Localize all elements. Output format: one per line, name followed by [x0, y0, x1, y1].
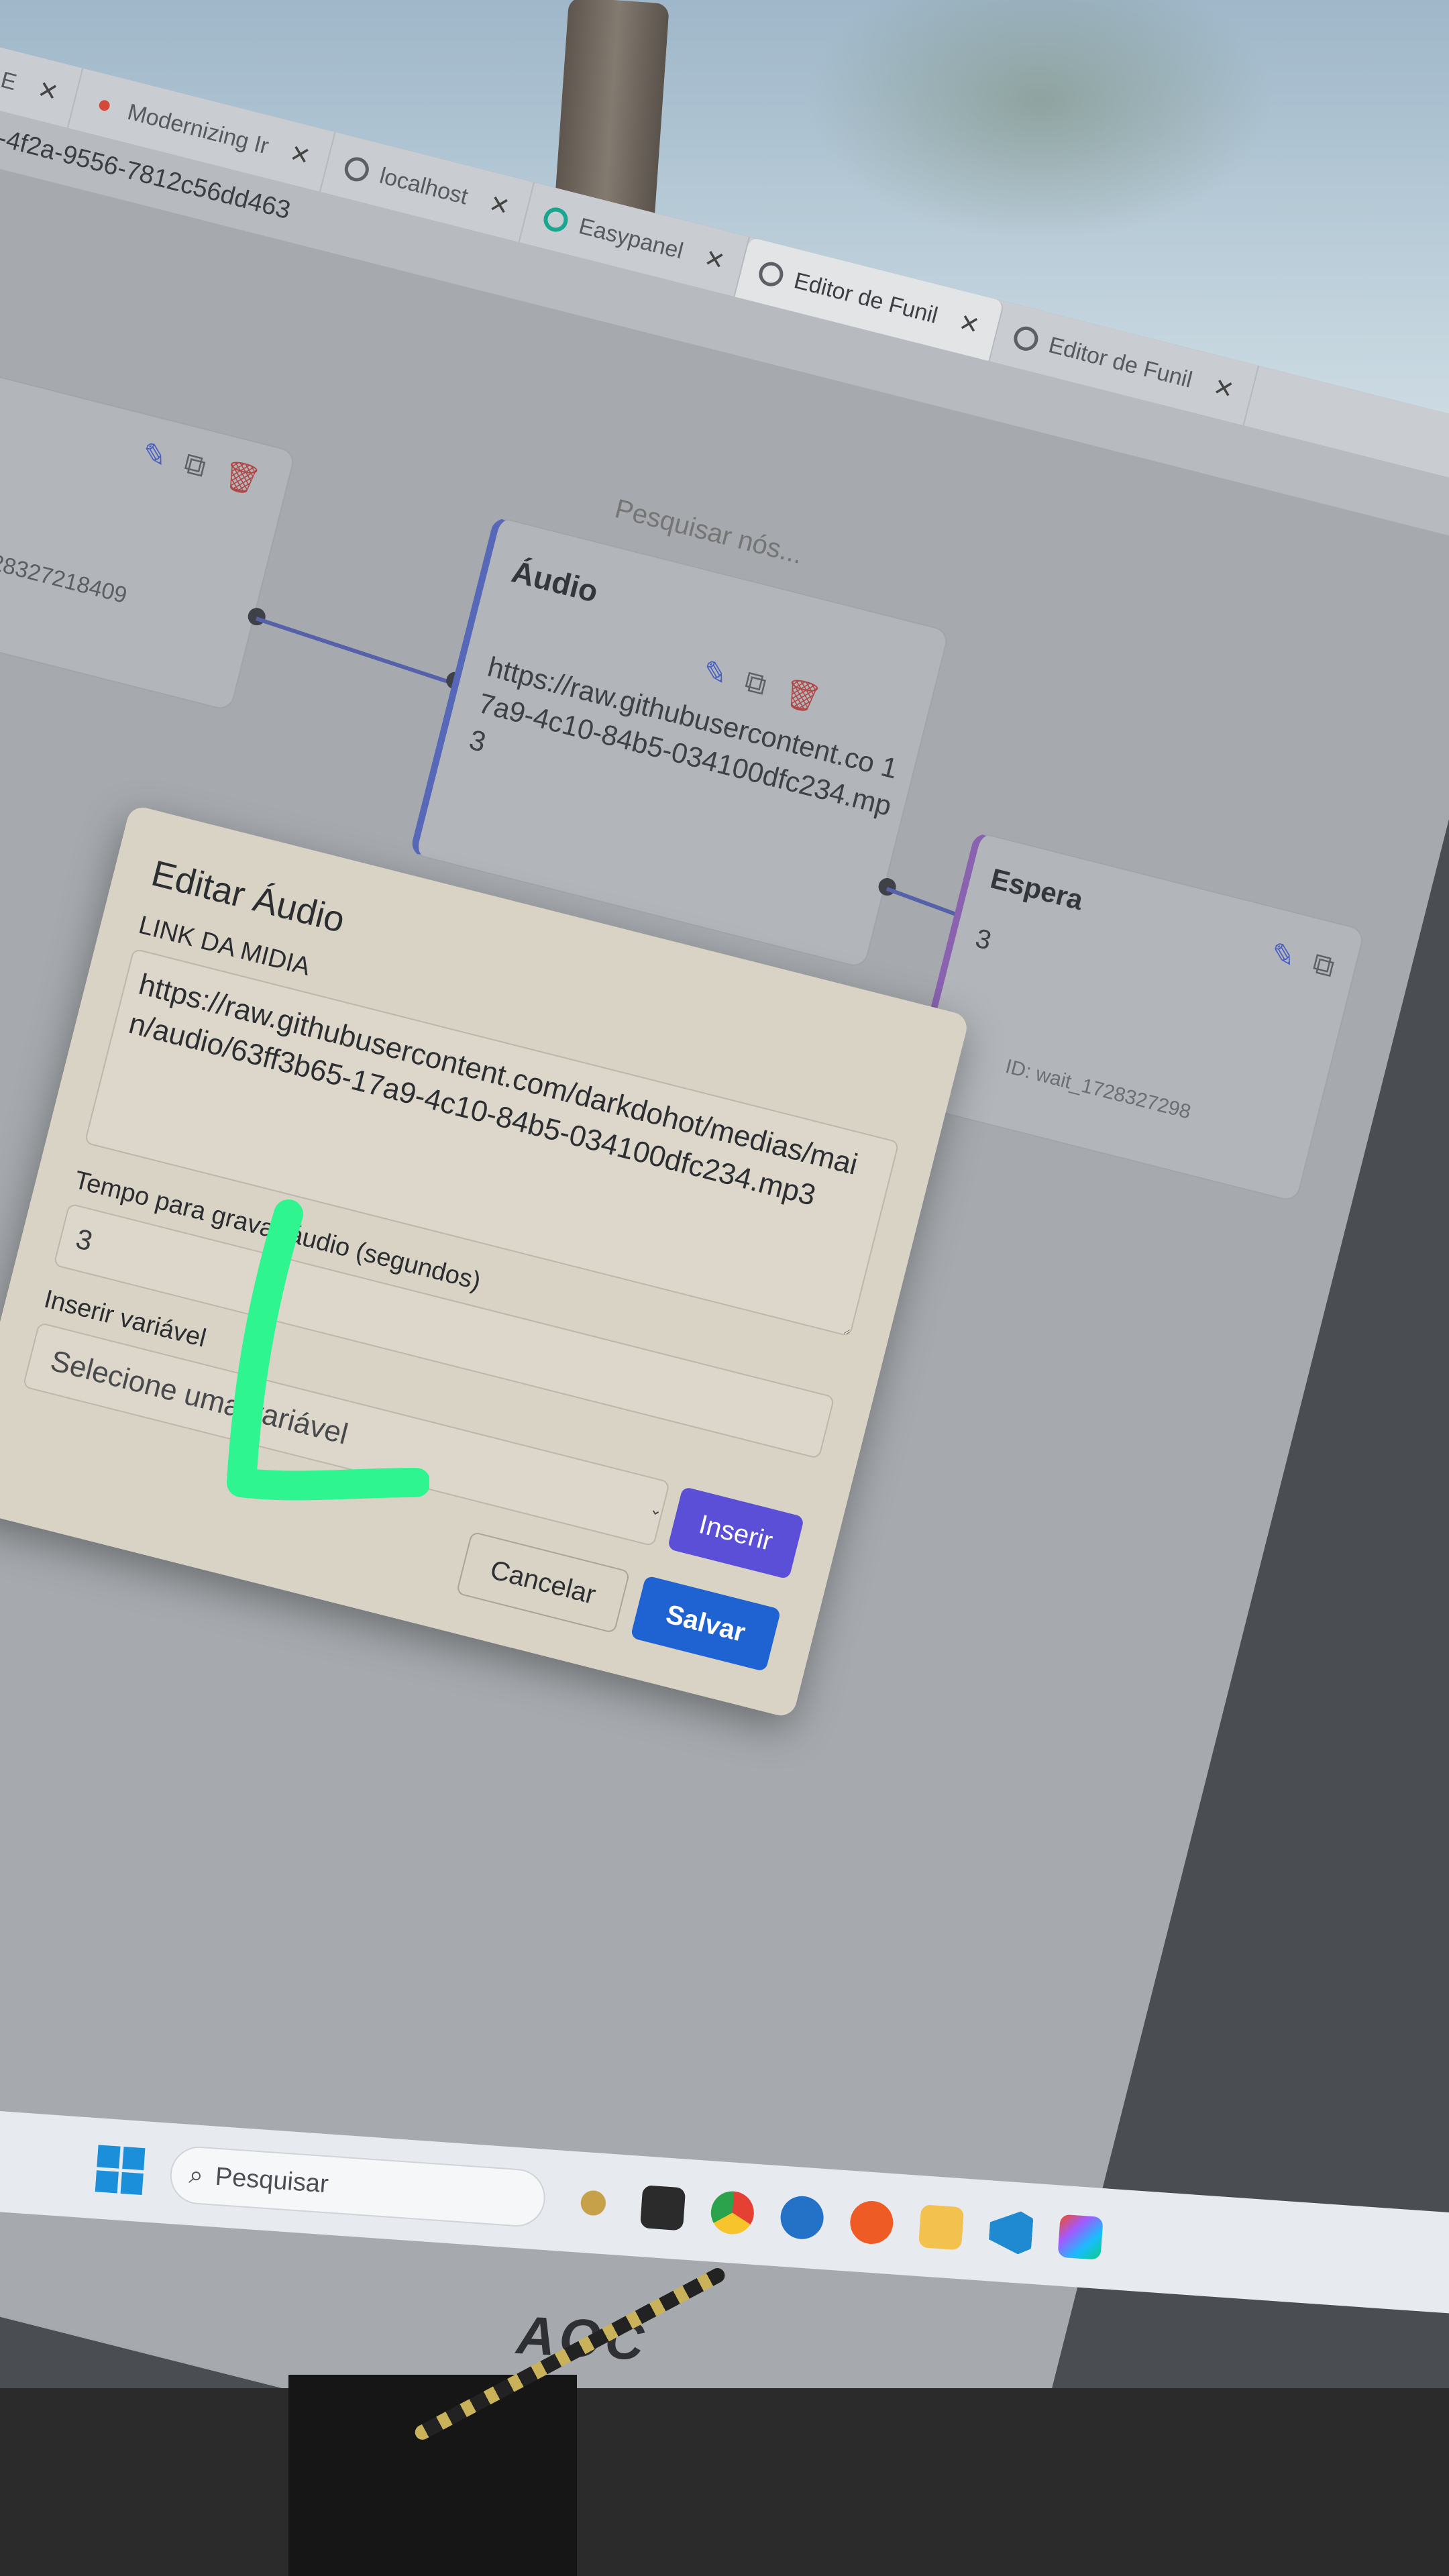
taskbar-search-box[interactable]: ⌕ Pesquisar: [168, 2145, 547, 2229]
widgets-icon[interactable]: [570, 2180, 616, 2226]
file-explorer-icon[interactable]: [918, 2204, 965, 2251]
save-button[interactable]: Salvar: [630, 1575, 782, 1672]
node-id: wait_1728327218409: [0, 530, 130, 609]
copy-icon[interactable]: ⧉: [1309, 947, 1338, 985]
annotation-stroke: [227, 1199, 429, 1501]
easypanel-icon: [541, 205, 571, 235]
sparkle-icon: [90, 91, 119, 121]
wait-node[interactable]: Espera 3 ✎ ⧉ ID: wait_1728327298: [906, 830, 1366, 1203]
close-icon[interactable]: ✕: [35, 75, 61, 107]
wait-node[interactable]: ✎ ⧉ 🗑 wait_1728327218409: [0, 362, 297, 712]
tab-label: Easypanel: [576, 213, 686, 264]
figma-icon[interactable]: [1057, 2214, 1104, 2260]
cancel-button[interactable]: Cancelar: [455, 1531, 631, 1634]
copy-icon[interactable]: ⧉: [741, 665, 769, 704]
node-toolbar: ✎ ⧉: [1267, 936, 1338, 985]
green-annotation-mark: [227, 1199, 429, 1501]
node-audio-link: https://raw.githubusercontent.co 17a9-4c…: [466, 650, 901, 822]
node-title: Espera: [987, 862, 1087, 916]
node-toolbar: ✎ ⧉ 🗑: [138, 436, 264, 500]
tab-label: ocket - E: [0, 48, 19, 95]
trash-icon[interactable]: 🗑: [219, 456, 264, 499]
edit-icon[interactable]: ✎: [1267, 936, 1299, 975]
task-view-icon[interactable]: [639, 2185, 686, 2231]
trash-icon[interactable]: 🗑: [780, 674, 824, 717]
postman-icon[interactable]: [849, 2199, 895, 2246]
tab-label: localhost: [377, 162, 471, 210]
node-value: 3: [972, 923, 994, 956]
chrome-icon[interactable]: [709, 2190, 755, 2236]
monitor-stand: [288, 2375, 577, 2576]
edge-line: [885, 887, 957, 916]
close-icon[interactable]: ✕: [956, 308, 982, 340]
edit-icon[interactable]: ✎: [138, 436, 171, 476]
close-icon[interactable]: ✕: [486, 189, 513, 221]
globe-icon: [756, 259, 786, 289]
globe-icon: [1011, 323, 1040, 354]
close-icon[interactable]: ✕: [701, 244, 728, 276]
node-title: Áudio: [508, 553, 602, 609]
close-icon[interactable]: ✕: [1210, 372, 1237, 405]
vscode-icon[interactable]: [988, 2209, 1034, 2255]
windows-start-icon[interactable]: [95, 2145, 146, 2196]
search-icon: ⌕: [188, 2160, 205, 2190]
copy-icon[interactable]: ⧉: [180, 447, 209, 486]
close-icon[interactable]: ✕: [287, 139, 313, 171]
desk: [0, 2388, 1449, 2576]
edit-icon[interactable]: ✎: [699, 654, 732, 694]
remote-desktop-icon[interactable]: [779, 2194, 825, 2241]
tab-ocket[interactable]: ocket - E ✕: [0, 27, 84, 129]
node-id: ID: wait_1728327298: [1003, 1055, 1193, 1124]
taskbar-search-placeholder: Pesquisar: [214, 2162, 330, 2198]
edge-line: [256, 616, 461, 688]
globe-icon: [341, 154, 372, 184]
